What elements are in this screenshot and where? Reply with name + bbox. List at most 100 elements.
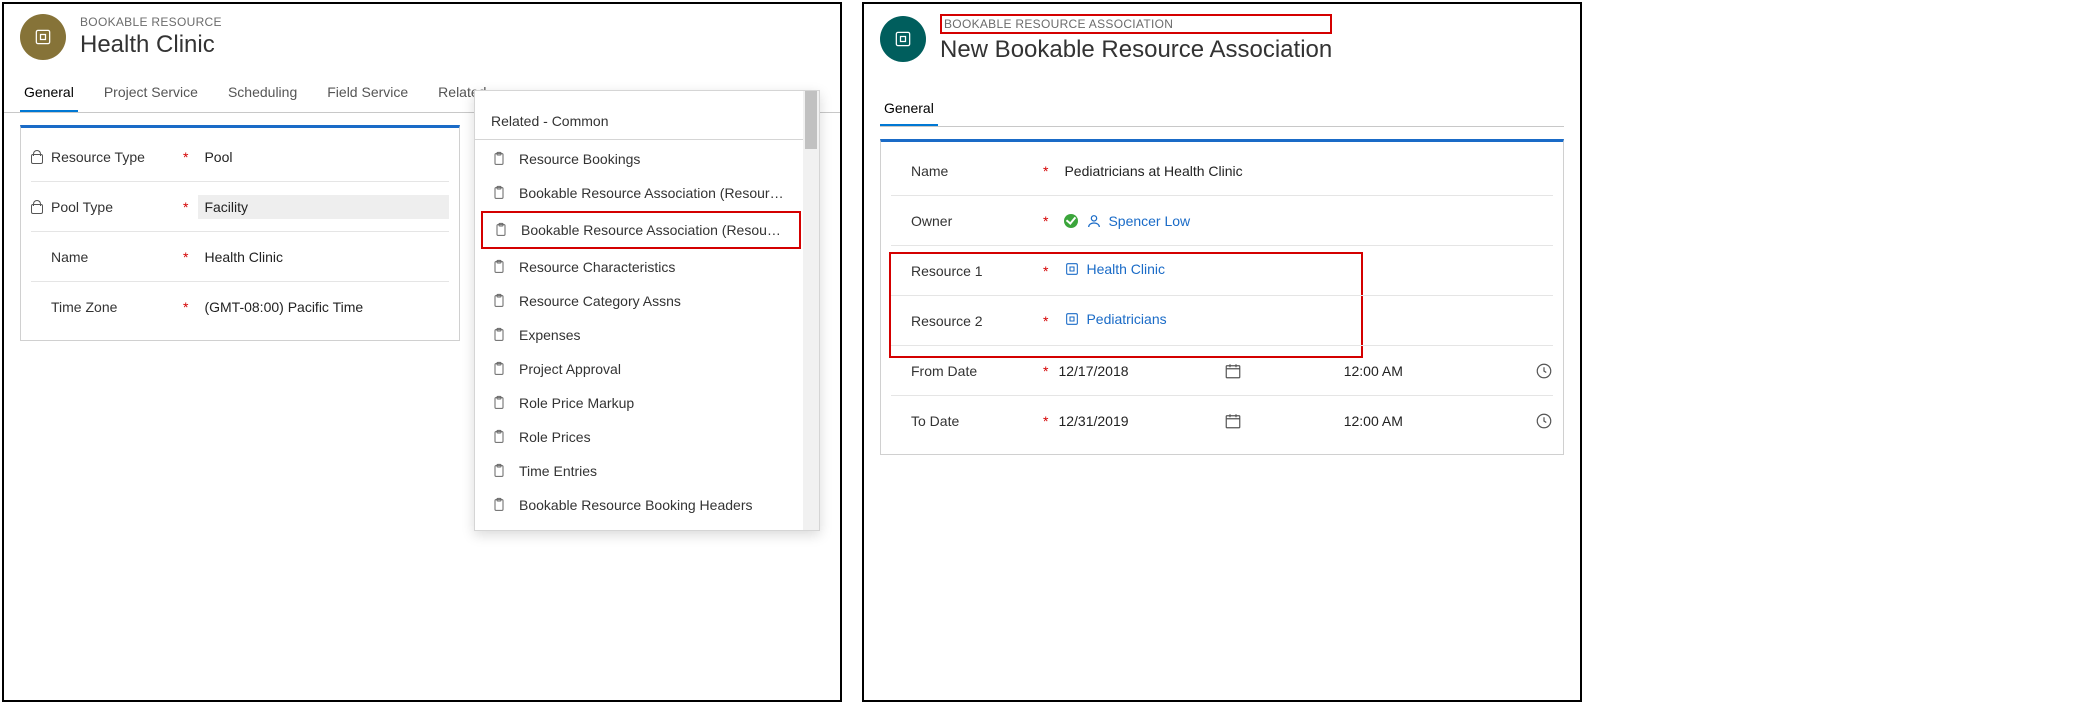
row-to-date: To Date * 12/31/2019 12:00 AM <box>891 396 1553 446</box>
related-item[interactable]: Resource Bookings <box>475 142 801 176</box>
row-resource-1: Resource 1 * Health Clinic <box>891 246 1553 296</box>
right-panel: BOOKABLE RESOURCE ASSOCIATION New Bookab… <box>862 2 1582 702</box>
clipboard-icon <box>491 151 507 167</box>
clipboard-icon <box>491 293 507 309</box>
general-form: Name * Pediatricians at Health Clinic Ow… <box>880 139 1564 455</box>
calendar-icon[interactable] <box>1224 362 1242 380</box>
from-time-value[interactable]: 12:00 AM <box>1344 363 1434 379</box>
related-item[interactable]: Resource Category Assns <box>475 284 801 318</box>
related-item-label: Resource Bookings <box>519 151 640 167</box>
related-header: Related - Common <box>475 97 819 140</box>
related-item-label: Role Prices <box>519 429 591 445</box>
related-item[interactable]: Role Prices <box>475 420 801 454</box>
left-panel: BOOKABLE RESOURCE Health Clinic General … <box>2 2 842 702</box>
required-marker: * <box>1043 263 1048 279</box>
record-title: Health Clinic <box>80 31 222 59</box>
scrollbar[interactable] <box>803 91 819 530</box>
related-item[interactable]: Bookable Resource Booking Headers <box>475 488 801 522</box>
related-item[interactable]: Project Approval <box>475 352 801 386</box>
row-owner: Owner * Spencer Low <box>891 196 1553 246</box>
clipboard-icon <box>493 222 509 238</box>
resource-1-link-text: Health Clinic <box>1086 261 1165 277</box>
entity-type-label: BOOKABLE RESOURCE ASSOCIATION <box>940 14 1332 34</box>
row-resource-type: Resource Type * Pool <box>31 132 449 182</box>
value-time-zone[interactable]: (GMT-08:00) Pacific Time <box>198 295 449 319</box>
required-marker: * <box>1043 163 1048 179</box>
related-item[interactable]: Bookable Resource Association (Resource … <box>475 176 801 210</box>
clipboard-icon <box>491 497 507 513</box>
label-resource-2: Resource 2 <box>911 313 983 329</box>
resource-entity-icon <box>20 14 66 60</box>
required-marker: * <box>1043 413 1048 429</box>
tab-scheduling[interactable]: Scheduling <box>224 74 301 112</box>
row-name: Name * Health Clinic <box>31 232 449 282</box>
related-item[interactable]: Resource Characteristics <box>475 250 801 284</box>
resource-icon <box>1064 311 1080 327</box>
value-owner[interactable]: Spencer Low <box>1058 208 1553 233</box>
to-time-value[interactable]: 12:00 AM <box>1344 413 1434 429</box>
value-resource-2[interactable]: Pediatricians <box>1058 307 1553 334</box>
clipboard-icon <box>491 361 507 377</box>
association-entity-icon <box>880 16 926 62</box>
clock-icon[interactable] <box>1535 412 1553 430</box>
related-item[interactable]: Time Entries <box>475 454 801 488</box>
related-item-label: Time Entries <box>519 463 597 479</box>
related-item[interactable]: Expenses <box>475 318 801 352</box>
tab-general[interactable]: General <box>880 92 938 126</box>
related-item-label: Expenses <box>519 327 580 343</box>
required-marker: * <box>1043 363 1048 379</box>
label-name: Name <box>911 163 948 179</box>
related-panel: Related - Common Resource Bookings Bookab… <box>474 90 820 531</box>
required-marker: * <box>183 249 188 265</box>
lock-icon <box>31 150 45 164</box>
related-item-label: Role Price Markup <box>519 395 634 411</box>
label-name: Name <box>51 249 88 265</box>
calendar-icon[interactable] <box>1224 412 1242 430</box>
related-item-label: Bookable Resource Association (Resource … <box>521 222 783 238</box>
related-item-label: Resource Characteristics <box>519 259 675 275</box>
label-from-date: From Date <box>911 363 977 379</box>
related-item-label: Project Approval <box>519 361 621 377</box>
row-resource-2: Resource 2 * Pediatricians <box>891 296 1553 346</box>
required-marker: * <box>183 199 188 215</box>
clipboard-icon <box>491 259 507 275</box>
row-time-zone: Time Zone * (GMT-08:00) Pacific Time <box>31 282 449 332</box>
general-form: Resource Type * Pool Pool Type * Facilit… <box>20 125 460 341</box>
related-item-label: Bookable Resource Booking Headers <box>519 497 752 513</box>
related-item[interactable]: Bookable Resource Association (Resource … <box>481 211 801 249</box>
left-header: BOOKABLE RESOURCE Health Clinic <box>4 4 840 74</box>
clipboard-icon <box>491 463 507 479</box>
label-resource-type: Resource Type <box>51 149 145 165</box>
clipboard-icon <box>491 185 507 201</box>
to-date-value[interactable]: 12/31/2019 <box>1058 413 1208 429</box>
resource-icon <box>1064 261 1080 277</box>
label-pool-type: Pool Type <box>51 199 113 215</box>
right-header: BOOKABLE RESOURCE ASSOCIATION New Bookab… <box>864 4 1580 78</box>
clipboard-icon <box>491 429 507 445</box>
value-pool-type[interactable]: Facility <box>198 195 449 219</box>
value-resource-type[interactable]: Pool <box>198 145 449 169</box>
related-item-label: Bookable Resource Association (Resource … <box>519 185 785 201</box>
row-name: Name * Pediatricians at Health Clinic <box>891 146 1553 196</box>
row-from-date: From Date * 12/17/2018 12:00 AM <box>891 346 1553 396</box>
required-marker: * <box>1043 213 1048 229</box>
check-icon <box>1064 214 1078 228</box>
owner-link-text: Spencer Low <box>1108 213 1190 229</box>
lock-icon <box>31 200 45 214</box>
record-title: New Bookable Resource Association <box>940 36 1332 64</box>
tab-general[interactable]: General <box>20 74 78 112</box>
entity-type-label: BOOKABLE RESOURCE <box>80 15 222 29</box>
label-resource-1: Resource 1 <box>911 263 983 279</box>
tab-field-service[interactable]: Field Service <box>323 74 412 112</box>
label-to-date: To Date <box>911 413 959 429</box>
clock-icon[interactable] <box>1535 362 1553 380</box>
value-name[interactable]: Health Clinic <box>198 245 449 269</box>
scrollbar-thumb[interactable] <box>805 91 817 149</box>
related-item[interactable]: Role Price Markup <box>475 386 801 420</box>
value-name[interactable]: Pediatricians at Health Clinic <box>1058 159 1553 183</box>
row-pool-type: Pool Type * Facility <box>31 182 449 232</box>
from-date-value[interactable]: 12/17/2018 <box>1058 363 1208 379</box>
tab-project-service[interactable]: Project Service <box>100 74 202 112</box>
value-resource-1[interactable]: Health Clinic <box>1058 257 1553 284</box>
person-icon <box>1086 213 1102 229</box>
